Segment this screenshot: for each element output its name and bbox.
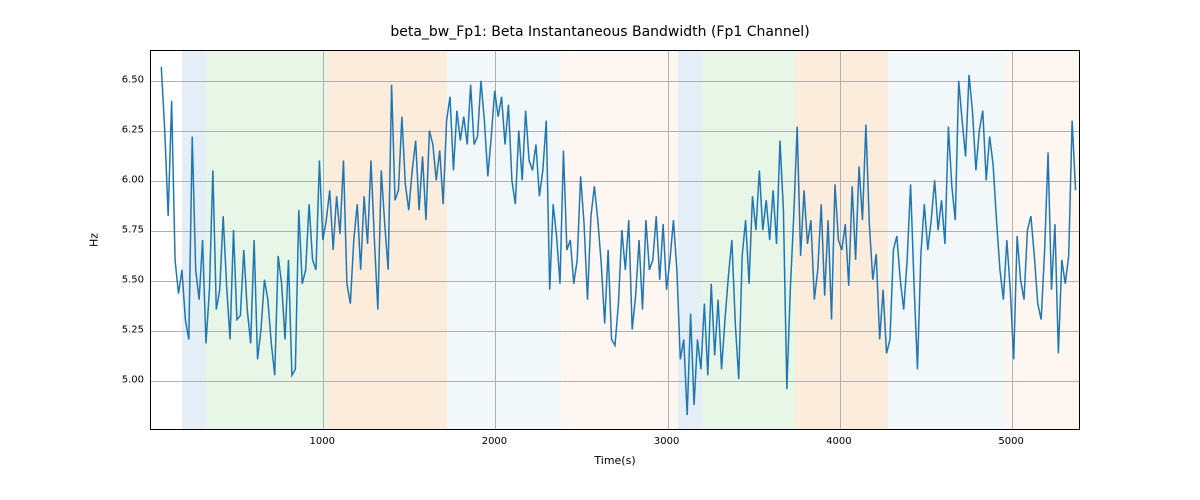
y-tick-label: 6.00 [110,175,144,186]
x-tick-label: 5000 [998,436,1023,447]
y-tick-label: 6.50 [110,75,144,86]
x-tick-label: 3000 [654,436,679,447]
x-tick-label: 4000 [826,436,851,447]
line-series-layer [151,51,1079,429]
y-axis-label: Hz [88,233,101,247]
chart-title: beta_bw_Fp1: Beta Instantaneous Bandwidt… [0,24,1200,40]
x-tick-label: 1000 [309,436,334,447]
y-tick-label: 5.50 [110,275,144,286]
line-series [161,67,1075,415]
x-tick-label: 2000 [482,436,507,447]
y-tick-label: 6.25 [110,125,144,136]
y-tick-label: 5.75 [110,225,144,236]
x-axis-label: Time(s) [594,454,635,467]
chart-axes [150,50,1080,430]
y-tick-label: 5.00 [110,375,144,386]
chart-figure: beta_bw_Fp1: Beta Instantaneous Bandwidt… [0,0,1200,500]
y-tick-label: 5.25 [110,325,144,336]
